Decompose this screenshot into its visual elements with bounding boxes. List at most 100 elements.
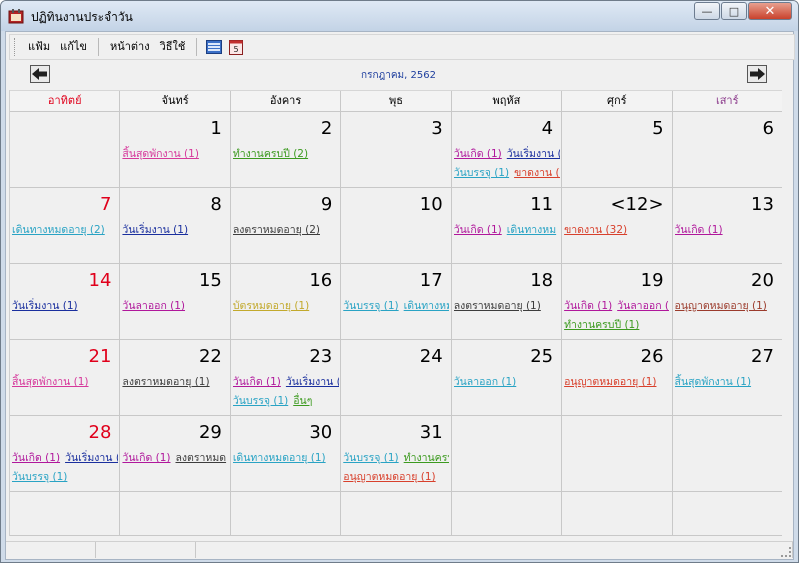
event-link[interactable]: วันเริ่มงาน ( <box>65 452 118 464</box>
event-link[interactable]: อนุญาตหมดอายุ (1) <box>343 471 435 483</box>
event-link[interactable]: วันบรรจุ (1) <box>343 300 398 312</box>
event-link[interactable]: วันเริ่มงาน ( <box>507 148 560 160</box>
day-cell-empty[interactable] <box>10 492 121 535</box>
event-link[interactable]: วันเกิด (1) <box>233 376 281 388</box>
day-cell[interactable]: 11 วันเกิด (1) เดินทางหม <box>451 188 563 263</box>
day-cell[interactable]: 23 วันเกิด (1) วันเริ่มงาน (วันบรรจุ (1) อื… <box>230 340 342 415</box>
event-link[interactable]: ทำงานครบปี <box>404 452 450 464</box>
day-cell[interactable]: 20 อนุญาตหมดอายุ (1) <box>672 264 783 339</box>
event-link[interactable]: สิ้นสุดพักงาน (1) <box>675 376 752 388</box>
day-cell-empty[interactable] <box>120 492 231 535</box>
day-cell[interactable]: 7 เดินทางหมดอายุ (2) <box>10 188 121 263</box>
day-cell[interactable]: 21 สิ้นสุดพักงาน (1) <box>10 340 121 415</box>
day-cell[interactable]: 8 วันเริ่มงาน (1) <box>120 188 231 263</box>
day-cell-empty[interactable] <box>10 112 121 187</box>
day-number: 15 <box>198 270 222 291</box>
day-cell-empty[interactable] <box>341 492 452 535</box>
event-link[interactable]: วันเกิด (1) <box>12 452 60 464</box>
event-link[interactable]: วันลาออก (1) <box>122 300 185 312</box>
day-cell[interactable]: <12> ขาดงาน (32) <box>562 188 673 263</box>
day-cell[interactable]: 4 วันเกิด (1) วันเริ่มงาน (วันบรรจุ (1) ขาด… <box>451 112 563 187</box>
resize-grip[interactable] <box>781 547 791 557</box>
day-cell[interactable]: 26 อนุญาตหมดอายุ (1) <box>562 340 673 415</box>
day-cell[interactable]: 27 สิ้นสุดพักงาน (1) <box>672 340 783 415</box>
event-link[interactable]: วันเริ่มงาน (1) <box>12 300 78 312</box>
event-link[interactable]: สิ้นสุดพักงาน (1) <box>12 376 89 388</box>
event-link[interactable]: เดินทางหม <box>404 300 450 312</box>
day-view-button[interactable]: 5 <box>227 38 245 56</box>
day-cell[interactable]: 17 วันบรรจุ (1) เดินทางหม <box>341 264 452 339</box>
event-link[interactable]: ลงตราหมดอายุ (1) <box>454 300 541 312</box>
event-link[interactable]: ลงตราหมดอายุ (2) <box>233 224 320 236</box>
toolbar-grip[interactable] <box>14 38 17 56</box>
day-cell-empty[interactable] <box>451 416 563 491</box>
menu-edit[interactable]: แก้ไข <box>55 37 92 57</box>
event-link[interactable]: วันลาออก (1) <box>454 376 517 388</box>
event-link[interactable]: ทำงานครบปี (1) <box>564 319 639 331</box>
event-link[interactable]: สิ้นสุดพักงาน (1) <box>122 148 199 160</box>
menu-help[interactable]: วิธีใช้ <box>155 37 191 57</box>
event-link[interactable]: ขาดงาน (32) <box>564 224 627 236</box>
event-link[interactable]: วันเกิด (1) <box>675 224 723 236</box>
day-cell-empty[interactable] <box>672 492 783 535</box>
title-bar[interactable]: ปฏิทินงานประจำวัน — □ ✕ <box>1 1 798 31</box>
minimize-button[interactable]: — <box>694 2 720 20</box>
day-cell[interactable]: 1 สิ้นสุดพักงาน (1) <box>120 112 231 187</box>
status-pane <box>96 542 196 558</box>
event-link[interactable]: วันบรรจุ (1) <box>12 471 67 483</box>
maximize-button[interactable]: □ <box>721 2 747 20</box>
day-cell[interactable]: 19 วันเกิด (1) วันลาออก (ทำงานครบปี (1) <box>562 264 673 339</box>
event-link[interactable]: ลงตราหมด <box>175 452 226 464</box>
day-cell[interactable]: 13 วันเกิด (1) <box>672 188 783 263</box>
day-cell-empty[interactable] <box>562 416 673 491</box>
day-cell[interactable]: 22 ลงตราหมดอายุ (1) <box>120 340 231 415</box>
day-cell[interactable]: 15 วันลาออก (1) <box>120 264 231 339</box>
day-cell[interactable]: 6 <box>672 112 783 187</box>
arrow-right-icon <box>750 68 765 80</box>
event-link[interactable]: วันเริ่มงาน ( <box>286 376 339 388</box>
day-cell[interactable]: 29 วันเกิด (1) ลงตราหมด <box>120 416 231 491</box>
event-link[interactable]: วันเกิด (1) <box>122 452 170 464</box>
day-cell[interactable]: 5 <box>562 112 673 187</box>
event-link[interactable]: วันเกิด (1) <box>454 224 502 236</box>
day-cell-empty[interactable] <box>451 492 563 535</box>
day-cell[interactable]: 24 <box>341 340 452 415</box>
day-cell[interactable]: 25 วันลาออก (1) <box>451 340 563 415</box>
close-button[interactable]: ✕ <box>748 2 792 20</box>
day-cell[interactable]: 31 วันบรรจุ (1) ทำงานครบปีอนุญาตหมดอายุ (1… <box>341 416 452 491</box>
day-cell[interactable]: 10 <box>341 188 452 263</box>
day-cell-empty[interactable] <box>562 492 673 535</box>
day-cell[interactable]: 30 เดินทางหมดอายุ (1) <box>230 416 342 491</box>
event-link[interactable]: อนุญาตหมดอายุ (1) <box>675 300 767 312</box>
day-cell[interactable]: 2 ทำงานครบปี (2) <box>230 112 342 187</box>
event-link[interactable]: อื่นๆ <box>293 395 312 407</box>
day-cell[interactable]: 3 <box>341 112 452 187</box>
menu-file[interactable]: แฟ้ม <box>23 37 55 57</box>
day-cell[interactable]: 18 ลงตราหมดอายุ (1) <box>451 264 563 339</box>
event-link[interactable]: เดินทางหมดอายุ (1) <box>233 452 326 464</box>
day-cell[interactable]: 9 ลงตราหมดอายุ (2) <box>230 188 342 263</box>
event-link[interactable]: วันเกิด (1) <box>454 148 502 160</box>
event-link[interactable]: บัตรหมดอายุ (1) <box>233 300 309 312</box>
event-link[interactable]: เดินทางหม <box>507 224 556 236</box>
day-cell-empty[interactable] <box>672 416 783 491</box>
day-cell[interactable]: 14 วันเริ่มงาน (1) <box>10 264 121 339</box>
previous-month-button[interactable] <box>30 65 50 83</box>
event-link[interactable]: วันบรรจุ (1) <box>454 167 509 179</box>
event-link[interactable]: ลงตราหมดอายุ (1) <box>122 376 209 388</box>
event-link[interactable]: ทำงานครบปี (2) <box>233 148 308 160</box>
next-month-button[interactable] <box>747 65 767 83</box>
event-link[interactable]: วันลาออก ( <box>617 300 669 312</box>
event-link[interactable]: เดินทางหมดอายุ (2) <box>12 224 105 236</box>
day-cell[interactable]: 28 วันเกิด (1) วันเริ่มงาน (วันบรรจุ (1) <box>10 416 121 491</box>
event-link[interactable]: วันเกิด (1) <box>564 300 612 312</box>
event-link[interactable]: ขาดงาน (2) <box>514 167 560 179</box>
event-link[interactable]: วันบรรจุ (1) <box>343 452 398 464</box>
month-view-button[interactable] <box>205 38 223 56</box>
event-link[interactable]: วันบรรจุ (1) <box>233 395 288 407</box>
day-cell[interactable]: 16 บัตรหมดอายุ (1) <box>230 264 342 339</box>
event-link[interactable]: วันเริ่มงาน (1) <box>122 224 188 236</box>
event-link[interactable]: อนุญาตหมดอายุ (1) <box>564 376 656 388</box>
menu-window[interactable]: หน้าต่าง <box>105 37 155 57</box>
day-cell-empty[interactable] <box>230 492 342 535</box>
